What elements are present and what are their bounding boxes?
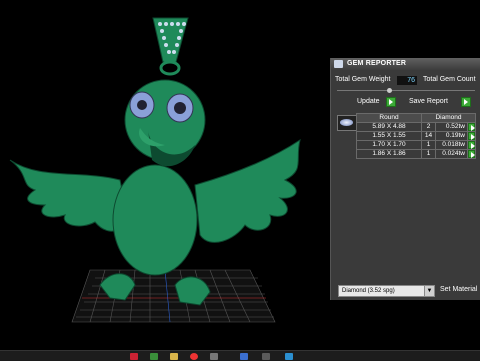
gem-count: 2 — [420, 122, 437, 132]
browser-icon[interactable] — [190, 353, 198, 360]
row-select-button[interactable] — [468, 150, 475, 158]
total-weight-label: Total Gem Weight — [335, 76, 391, 83]
parrot-model-render — [9, 17, 301, 323]
gem-size: 5.89 X 4.88 — [356, 122, 422, 132]
table-row[interactable]: 1.70 X 1.70 1 0.018tw — [356, 140, 476, 150]
divider-slider — [337, 90, 475, 91]
save-report-button[interactable] — [461, 97, 471, 107]
total-weight-value: 76 — [397, 76, 417, 85]
gem-count: 14 — [420, 131, 437, 141]
gem-size: 1.86 X 1.86 — [356, 149, 422, 159]
panel-title: GEM REPORTER — [347, 60, 407, 67]
ground-grid — [71, 269, 276, 323]
folder-icon[interactable] — [170, 353, 178, 360]
gem-size: 1.70 X 1.70 — [356, 140, 422, 150]
table-row[interactable]: 1.86 X 1.86 1 0.024tw — [356, 149, 476, 159]
header-round: Round — [356, 113, 422, 123]
app-icon-red[interactable] — [130, 353, 138, 360]
app-icon-cyan[interactable] — [285, 353, 293, 360]
left-wing — [9, 159, 127, 232]
gem-weight: 0.52tw — [435, 122, 468, 132]
table-row[interactable]: 5.89 X 4.88 2 0.52tw — [356, 122, 476, 132]
gem-size: 1.55 X 1.55 — [356, 131, 422, 141]
gem-weight: 0.018tw — [435, 140, 468, 150]
header-diamond: Diamond — [421, 113, 476, 123]
gem-shape-icon[interactable] — [337, 115, 357, 131]
slider-knob[interactable] — [387, 88, 392, 93]
gem-weight: 0.19tw — [435, 131, 468, 141]
row-select-button[interactable] — [468, 132, 475, 140]
gem-table: Round Diamond 5.89 X 4.88 2 0.52tw 1.55 … — [356, 113, 476, 159]
gem-weight: 0.024tw — [435, 149, 468, 159]
right-wing — [194, 138, 301, 243]
taskbar — [0, 350, 480, 361]
panel-title-bar: GEM REPORTER — [331, 58, 480, 70]
gem-table-header: Round Diamond — [356, 113, 476, 123]
app-icon-blue[interactable] — [240, 353, 248, 360]
material-select[interactable]: Diamond (3.52 spg) ▼ — [338, 285, 435, 297]
media-icon[interactable] — [210, 353, 218, 360]
set-material-label[interactable]: Set Material — [440, 286, 477, 293]
app-icon-gray[interactable] — [262, 353, 270, 360]
row-select-button[interactable] — [468, 123, 475, 131]
table-row[interactable]: 1.55 X 1.55 14 0.19tw — [356, 131, 476, 141]
update-button[interactable] — [386, 97, 396, 107]
chevron-down-icon[interactable]: ▼ — [424, 286, 434, 296]
material-select-value: Diamond (3.52 spg) — [342, 288, 395, 294]
gem-count: 1 — [420, 149, 437, 159]
pendant-bail — [152, 17, 189, 76]
parrot-body — [112, 164, 198, 276]
total-count-label: Total Gem Count — [423, 76, 476, 83]
gem-reporter-panel: GEM REPORTER Total Gem Weight 76 Total G… — [330, 58, 480, 300]
3d-viewport[interactable] — [0, 0, 330, 350]
update-label: Update — [357, 98, 380, 105]
row-select-button[interactable] — [468, 141, 475, 149]
gem-reporter-icon — [334, 60, 343, 68]
save-report-label: Save Report — [409, 98, 448, 105]
app-icon-green[interactable] — [150, 353, 158, 360]
gem-count: 1 — [420, 140, 437, 150]
